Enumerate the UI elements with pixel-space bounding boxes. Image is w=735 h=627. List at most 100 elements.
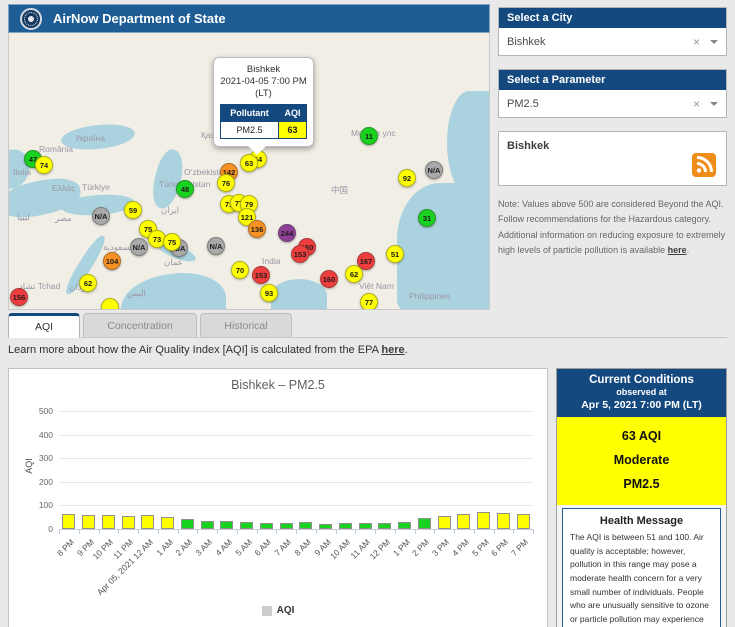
aqi-map-marker[interactable]: 11: [360, 127, 378, 145]
aqi-map-marker[interactable]: 153: [252, 266, 270, 284]
aqi-bar: [240, 522, 254, 529]
x-axis-tick: [473, 529, 475, 534]
chevron-down-icon[interactable]: [710, 101, 718, 110]
aqi-map-marker[interactable]: 48: [176, 180, 194, 198]
aqi-bar: [437, 516, 451, 529]
water-body: [271, 279, 327, 309]
x-axis-tick: [493, 529, 495, 534]
current-conditions-header: Current Conditions observed at Apr 5, 20…: [557, 369, 726, 417]
aqi-bar: [299, 522, 313, 529]
tab-concentration[interactable]: Concentration: [83, 313, 197, 337]
clear-city-icon[interactable]: ×: [693, 36, 700, 48]
map-place-label: Philippines: [409, 291, 451, 301]
map-place-label: Italia: [13, 167, 31, 177]
beyond-aqi-note: Note: Values above 500 are considered Be…: [498, 197, 727, 258]
here-link[interactable]: here: [668, 245, 687, 255]
chart-gridline: [59, 481, 533, 483]
aqi-map-marker[interactable]: 59: [124, 201, 142, 219]
aqi-map-marker[interactable]: 51: [386, 245, 404, 263]
aqi-bar: [358, 523, 372, 529]
y-axis-tick-label: 0: [48, 524, 53, 534]
water-body: [447, 91, 489, 195]
x-axis-tick: [59, 529, 60, 534]
select-city-title: Select a City: [499, 8, 726, 28]
aqi-bar: [200, 521, 214, 529]
aqi-map-marker[interactable]: 75: [163, 233, 181, 251]
x-axis-tick: [296, 529, 297, 534]
clear-parameter-icon[interactable]: ×: [693, 98, 700, 110]
select-city-panel: Select a City Bishkek ×: [498, 7, 727, 56]
popup-table: Pollutant AQI PM2.5 63: [220, 103, 308, 139]
parameter-select[interactable]: PM2.5 ×: [499, 90, 726, 117]
chart-title: Bishkek – PM2.5: [231, 378, 325, 392]
current-aqi-value: 63 AQI: [621, 429, 662, 443]
aqi-map-marker[interactable]: 70: [231, 261, 249, 279]
select-parameter-title: Select a Parameter: [499, 70, 726, 90]
parameter-select-value: PM2.5: [507, 97, 539, 110]
aqi-bar: [378, 523, 392, 529]
epa-here-link[interactable]: here: [381, 344, 404, 356]
aqi-map-marker[interactable]: 62: [79, 274, 97, 292]
aqi-map-marker[interactable]: 77: [360, 293, 378, 309]
chevron-down-icon[interactable]: [710, 39, 718, 48]
aqi-bar: [417, 518, 431, 529]
aqi-map-marker[interactable]: 31: [418, 209, 436, 227]
popup-col-aqi: AQI: [277, 103, 308, 122]
x-axis-tick: [157, 529, 159, 534]
learn-more-after: .: [404, 344, 408, 356]
aqi-map-marker[interactable]: 153: [291, 245, 309, 263]
aqi-bar: [82, 515, 96, 529]
chart-legend[interactable]: AQI: [9, 605, 547, 616]
map-place-label: مصر: [55, 213, 72, 223]
x-axis-tick: [217, 529, 218, 534]
legend-label: AQI: [276, 605, 295, 616]
x-axis-tick: [513, 529, 515, 534]
aqi-map-marker[interactable]: N/A: [425, 161, 443, 179]
x-axis-tick: [118, 529, 120, 534]
aqi-map-marker[interactable]: 244: [278, 224, 296, 242]
y-axis-tick-label: 300: [38, 453, 53, 464]
aqi-map-marker[interactable]: 93: [260, 284, 278, 302]
aqi-bar: [516, 514, 530, 529]
chart-gridline: [59, 458, 533, 460]
aqi-world-map[interactable]: Україна România Italia Ελλάς Türkiye ليبيا مصر…: [8, 33, 490, 310]
tab-historical[interactable]: Historical: [200, 313, 292, 337]
aqi-map-marker[interactable]: 104: [103, 252, 121, 270]
page: AirNow Department of State Україна Români…: [0, 0, 735, 627]
aqi-bar: [220, 521, 234, 529]
aqi-chart-panel: Bishkek – PM2.5 AQI 0 100 200 300 400 500 8 PM…: [8, 368, 548, 627]
note-text-end: .: [686, 244, 690, 255]
city-select-value: Bishkek: [507, 35, 546, 48]
aqi-bar: [259, 523, 273, 529]
aqi-map-marker[interactable]: N/A: [130, 238, 148, 256]
aqi-map-marker[interactable]: N/A: [92, 207, 110, 225]
current-aqi-category: Moderate: [613, 452, 670, 467]
x-axis-tick: [78, 529, 80, 534]
app-title: AirNow Department of State: [53, 11, 226, 26]
aqi-map-marker[interactable]: 156: [10, 288, 28, 306]
aqi-map-marker[interactable]: 74: [35, 156, 53, 174]
aqi-bar: [62, 514, 76, 529]
map-place-label: اليمن: [127, 288, 146, 298]
aqi-bar: [496, 513, 510, 529]
aqi-map-marker[interactable]: 136: [248, 220, 266, 238]
aqi-map-marker[interactable]: [101, 298, 119, 309]
learn-more-text: Learn more about how the Air Quality Ind…: [8, 344, 408, 356]
x-axis-tick: [138, 529, 139, 534]
aqi-map-marker[interactable]: 160: [320, 270, 338, 288]
observed-datetime: Apr 5, 2021 7:00 PM (LT): [581, 399, 702, 411]
tab-aqi[interactable]: AQI: [8, 313, 80, 338]
y-axis-tick-label: 400: [38, 429, 53, 440]
rss-icon[interactable]: [691, 153, 717, 177]
x-axis-tick: [434, 529, 436, 534]
aqi-map-marker[interactable]: 92: [398, 169, 416, 187]
aqi-map-marker[interactable]: 63: [240, 154, 258, 172]
aqi-map-marker[interactable]: N/A: [207, 237, 225, 255]
chart-plot-area: 0 100 200 300 400 500 8 PM 9 PM 10 PM 11 PM Apr 05…: [39, 406, 534, 597]
aqi-map-marker[interactable]: 62: [345, 265, 363, 283]
aqi-map-marker[interactable]: 76: [217, 174, 235, 192]
x-axis-tick: [454, 529, 455, 534]
x-axis-tick: [375, 529, 376, 534]
map-place-label: India: [262, 256, 281, 266]
city-select[interactable]: Bishkek ×: [499, 28, 726, 55]
